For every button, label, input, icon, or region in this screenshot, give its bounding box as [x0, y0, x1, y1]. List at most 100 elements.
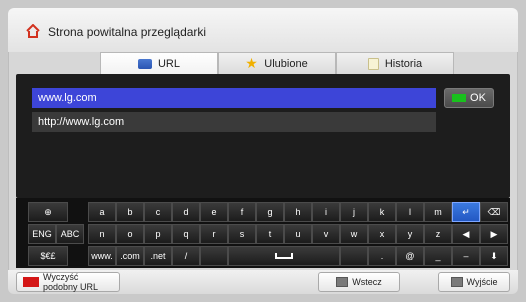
- back-button[interactable]: Wstecz: [318, 272, 400, 292]
- ok-button-label: OK: [470, 92, 486, 104]
- key-at[interactable]: @: [396, 246, 424, 266]
- enter-icon: ↵: [462, 206, 470, 217]
- key-i-label: i: [325, 207, 327, 217]
- tab-url[interactable]: URL: [100, 52, 218, 74]
- key-s[interactable]: s: [228, 224, 256, 244]
- key-e[interactable]: e: [200, 202, 228, 222]
- tab-historia[interactable]: Historia: [336, 52, 454, 74]
- key-dash-label: –: [463, 251, 469, 261]
- key-net[interactable]: .net: [144, 246, 172, 266]
- key-e-label: e: [211, 207, 217, 217]
- key-h[interactable]: h: [284, 202, 312, 222]
- tab-url-label: URL: [157, 57, 180, 70]
- key-d-label: d: [183, 207, 189, 217]
- key-space[interactable]: [228, 246, 340, 266]
- red-key-icon: [23, 277, 39, 287]
- key-u-label: u: [295, 229, 301, 239]
- suggestion-item-2[interactable]: http://www.lg.com: [32, 112, 436, 132]
- key-www-label: www.: [91, 251, 113, 261]
- key-v-label: v: [323, 229, 329, 239]
- tab-ulubione-label: Ulubione: [264, 57, 308, 70]
- onscreen-keyboard: ⊕ a b c d e f g h i j k l m ↵ ⌫ ENG ABC …: [16, 198, 510, 268]
- key-y-label: y: [407, 229, 413, 239]
- key-d[interactable]: d: [172, 202, 200, 222]
- key-i[interactable]: i: [312, 202, 340, 222]
- key-com[interactable]: .com: [116, 246, 144, 266]
- key-n[interactable]: n: [88, 224, 116, 244]
- key-c[interactable]: c: [144, 202, 172, 222]
- key-eng[interactable]: ENG: [28, 224, 56, 244]
- exit-label: Wyjście: [466, 277, 498, 287]
- tab-ulubione[interactable]: Ulubione: [218, 52, 336, 74]
- key-x[interactable]: x: [368, 224, 396, 244]
- key-abc[interactable]: ABC: [56, 224, 84, 244]
- back-icon: [336, 277, 349, 287]
- key-m[interactable]: m: [424, 202, 452, 222]
- key-slash[interactable]: /: [172, 246, 200, 266]
- key-left[interactable]: ◀: [452, 224, 480, 244]
- suggestion-item-2-text: http://www.lg.com: [38, 116, 125, 128]
- key-r[interactable]: r: [200, 224, 228, 244]
- key-at-label: @: [405, 251, 415, 261]
- suggestion-item-1-text: www.lg.com: [38, 92, 97, 104]
- key-right[interactable]: ▶: [480, 224, 508, 244]
- key-enter[interactable]: ↵: [452, 202, 480, 222]
- download-icon: ⬇: [490, 250, 498, 261]
- key-b[interactable]: b: [116, 202, 144, 222]
- key-globe-label: ⊕: [44, 206, 52, 217]
- tab-historia-label: Historia: [384, 57, 423, 70]
- key-w[interactable]: w: [340, 224, 368, 244]
- backspace-icon: ⌫: [487, 206, 501, 217]
- suggestion-item-1[interactable]: www.lg.com: [32, 88, 436, 108]
- exit-icon: [450, 277, 463, 287]
- key-blank-1[interactable]: [200, 246, 228, 266]
- key-k-label: k: [379, 207, 385, 217]
- url-icon: [137, 58, 152, 69]
- key-s-label: s: [239, 229, 245, 239]
- key-q[interactable]: q: [172, 224, 200, 244]
- key-blank-2[interactable]: [340, 246, 368, 266]
- key-a[interactable]: a: [88, 202, 116, 222]
- bottom-bar: Wyczyść podobny URL Wstecz Wyjście: [8, 270, 518, 294]
- arrow-right-icon: ▶: [490, 228, 498, 239]
- key-l[interactable]: l: [396, 202, 424, 222]
- key-a-label: a: [99, 207, 105, 217]
- key-backspace[interactable]: ⌫: [480, 202, 508, 222]
- home-icon: [26, 24, 40, 38]
- key-download[interactable]: ⬇: [480, 246, 508, 266]
- key-abc-label: ABC: [60, 229, 80, 239]
- key-c-label: c: [155, 207, 161, 217]
- key-j-label: j: [353, 207, 355, 217]
- key-underscore[interactable]: _: [424, 246, 452, 266]
- exit-button[interactable]: Wyjście: [438, 272, 510, 292]
- key-o[interactable]: o: [116, 224, 144, 244]
- key-t[interactable]: t: [256, 224, 284, 244]
- key-v[interactable]: v: [312, 224, 340, 244]
- key-dash[interactable]: –: [452, 246, 480, 266]
- key-p-label: p: [155, 229, 161, 239]
- key-dot[interactable]: .: [368, 246, 396, 266]
- key-k[interactable]: k: [368, 202, 396, 222]
- key-underscore-label: _: [435, 251, 441, 261]
- clear-similar-url-button[interactable]: Wyczyść podobny URL: [16, 272, 120, 292]
- green-key-icon: [452, 94, 467, 102]
- key-currency[interactable]: $€£: [28, 246, 68, 266]
- key-r-label: r: [212, 229, 216, 239]
- key-h-label: h: [295, 207, 301, 217]
- key-m-label: m: [434, 207, 442, 217]
- key-dot-label: .: [380, 251, 384, 261]
- key-www[interactable]: www.: [88, 246, 116, 266]
- key-y[interactable]: y: [396, 224, 424, 244]
- key-n-label: n: [99, 229, 105, 239]
- key-j[interactable]: j: [340, 202, 368, 222]
- key-u[interactable]: u: [284, 224, 312, 244]
- key-f[interactable]: f: [228, 202, 256, 222]
- star-icon: [245, 56, 258, 70]
- key-w-label: w: [350, 229, 358, 239]
- key-z[interactable]: z: [424, 224, 452, 244]
- ok-button[interactable]: OK: [444, 88, 494, 108]
- space-icon: [275, 253, 293, 259]
- key-globe[interactable]: ⊕: [28, 202, 68, 222]
- key-g[interactable]: g: [256, 202, 284, 222]
- key-p[interactable]: p: [144, 224, 172, 244]
